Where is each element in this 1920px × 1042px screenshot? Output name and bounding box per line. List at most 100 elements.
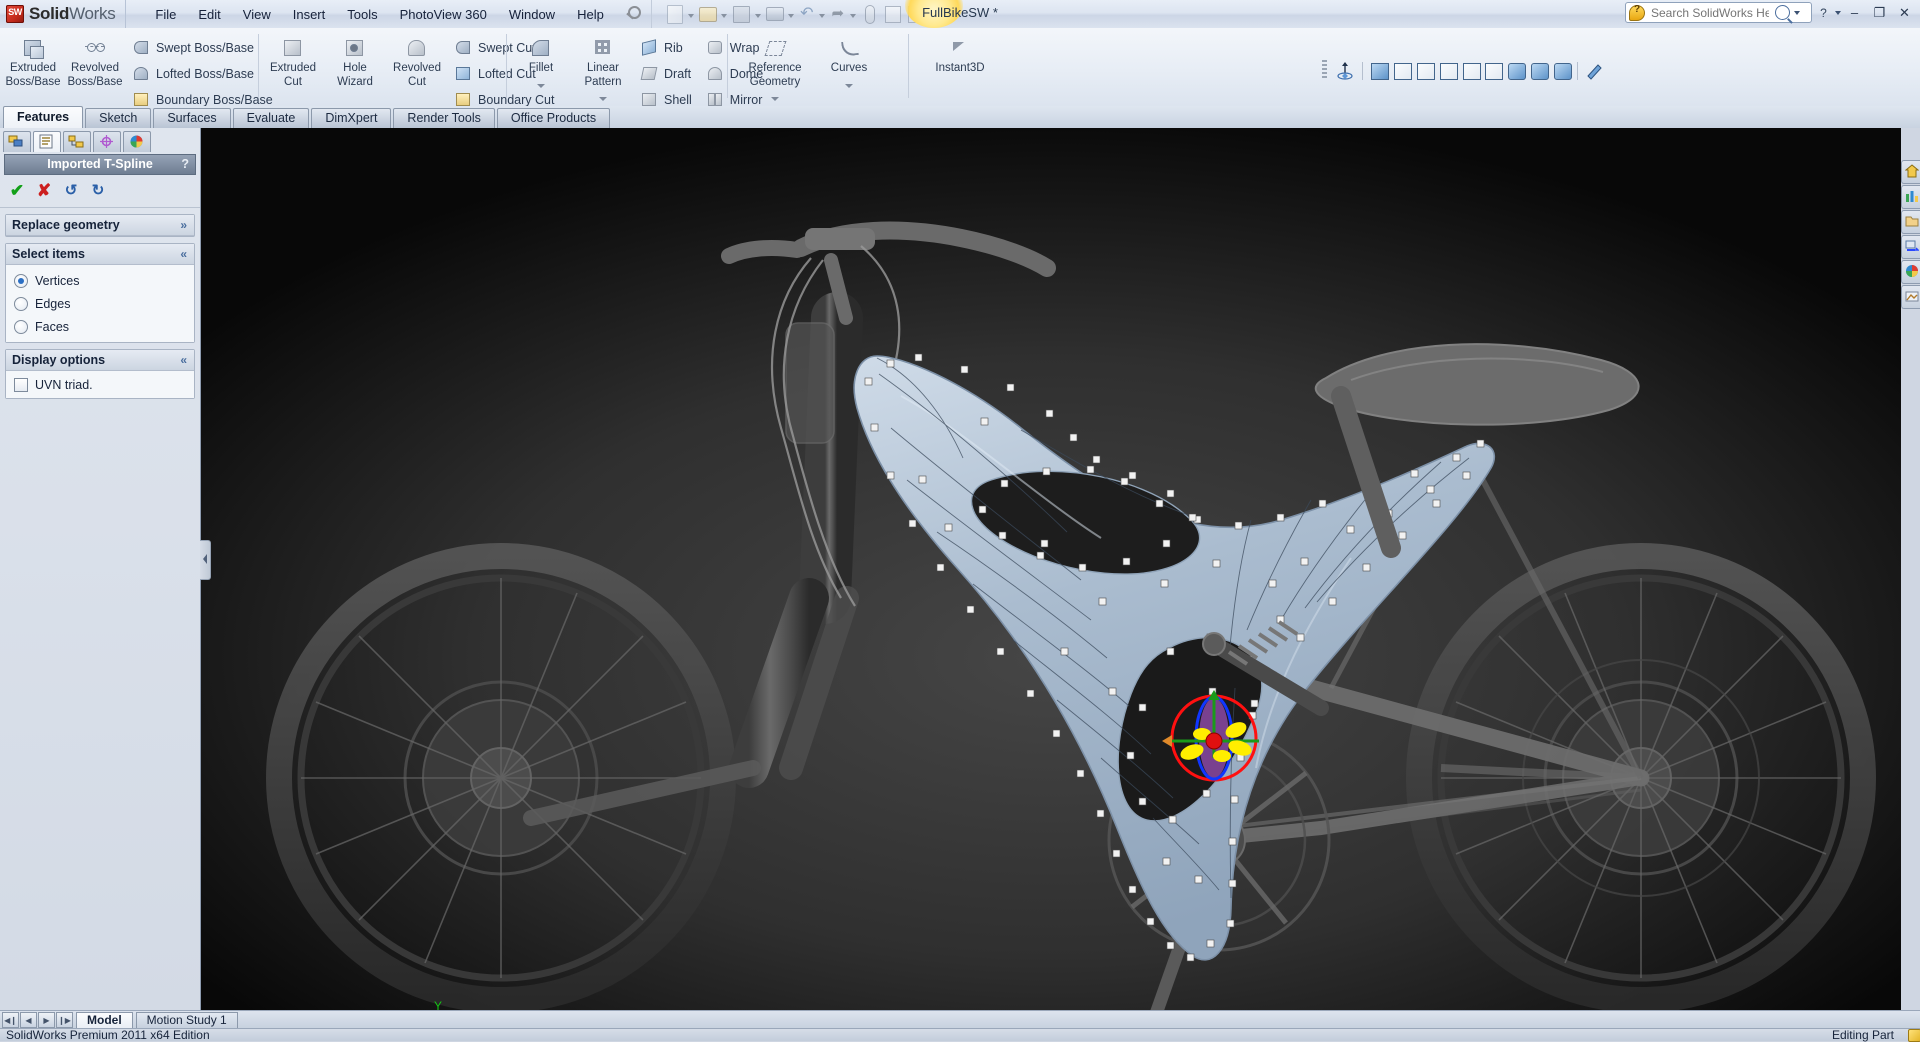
chevron-up-icon[interactable]: « [180, 244, 187, 264]
configuration-manager-tab[interactable] [63, 131, 91, 152]
open-folder-icon[interactable] [698, 6, 717, 22]
extruded-cut-button[interactable]: Extruded Cut [262, 31, 324, 88]
rebuild-icon[interactable] [864, 4, 875, 24]
options-gear-icon[interactable] [884, 5, 901, 23]
curves-dropdown-icon[interactable] [818, 76, 880, 91]
tab-sketch[interactable]: Sketch [85, 108, 152, 128]
select-dropdown-icon[interactable] [849, 4, 858, 25]
first-tab-button[interactable]: ◀❙ [2, 1012, 19, 1028]
rib-button[interactable]: Rib [638, 35, 698, 60]
radio-edges[interactable]: Edges [14, 294, 186, 313]
checkbox-uvn-triad-box[interactable] [14, 377, 28, 392]
undo-button[interactable]: ↺ [62, 182, 80, 200]
magnifier-icon[interactable] [1775, 5, 1790, 20]
menu-edit[interactable]: Edit [187, 3, 231, 26]
task-pane-file-explorer[interactable] [1901, 210, 1920, 234]
accept-button[interactable]: ✔ [8, 182, 26, 200]
view-cube-back-icon[interactable] [1391, 60, 1412, 82]
solidworks-logo[interactable]: SolidWorks [0, 0, 127, 28]
radio-edges-indicator[interactable] [14, 296, 28, 311]
tab-surfaces[interactable]: Surfaces [153, 108, 231, 128]
menu-insert[interactable]: Insert [282, 3, 337, 26]
property-manager-help-icon[interactable]: ? [181, 155, 189, 174]
new-doc-dropdown-icon[interactable] [687, 4, 696, 25]
cancel-button[interactable]: ✘ [35, 182, 53, 200]
reference-geometry-dropdown-icon[interactable] [732, 89, 818, 104]
print-dropdown-icon[interactable] [787, 4, 796, 25]
prev-tab-button[interactable]: ◀ [20, 1012, 37, 1028]
toolbar-grip[interactable] [1322, 60, 1327, 80]
menu-file[interactable]: File [144, 3, 187, 26]
menu-window[interactable]: Window [498, 3, 566, 26]
menu-help[interactable]: Help [566, 3, 615, 26]
extruded-boss-base-button[interactable]: Extruded Boss/Base [2, 31, 64, 88]
property-manager-tab[interactable] [33, 131, 61, 152]
select-items-header[interactable]: Select items « [6, 244, 194, 265]
help-button[interactable]: ? [1814, 3, 1833, 22]
radio-faces[interactable]: Faces [14, 317, 186, 336]
curves-button[interactable]: Curves [818, 31, 880, 75]
view-trimetric-icon[interactable] [1528, 60, 1550, 82]
tab-office-products[interactable]: Office Products [496, 108, 611, 128]
fillet-dropdown-icon[interactable] [510, 76, 572, 91]
linear-pattern-button[interactable]: Linear Pattern [572, 31, 634, 88]
save-disk-icon[interactable] [732, 5, 750, 23]
next-tab-button[interactable]: ▶ [38, 1012, 55, 1028]
tab-dimxpert[interactable]: DimXpert [311, 108, 392, 128]
task-pane-design-library[interactable] [1901, 185, 1920, 209]
revolved-boss-base-button[interactable]: Revolved Boss/Base [64, 31, 126, 88]
close-button[interactable]: ✕ [1893, 3, 1916, 22]
view-cube-left-icon[interactable] [1414, 60, 1435, 82]
minimize-button[interactable]: – [1843, 3, 1866, 22]
display-manager-tab[interactable] [123, 131, 151, 152]
instant3d-button[interactable]: Instant3D [918, 31, 1002, 75]
view-cube-top-icon[interactable] [1460, 60, 1481, 82]
restore-button[interactable]: ❐ [1868, 3, 1891, 22]
pane-resize-handle[interactable] [200, 540, 211, 580]
cursor-arrow-icon[interactable]: ➦ [829, 5, 847, 23]
display-options-header[interactable]: Display options « [6, 350, 194, 371]
view-dimetric-icon[interactable] [1551, 60, 1573, 82]
last-tab-button[interactable]: ❙▶ [56, 1012, 73, 1028]
bottom-tab-model[interactable]: Model [76, 1011, 133, 1029]
search-input[interactable] [1649, 4, 1771, 21]
printer-icon[interactable] [765, 7, 784, 21]
view-cube-bottom-icon[interactable] [1482, 60, 1504, 82]
graphics-viewport[interactable]: – ❐ ✕ ✔ ✘ [201, 128, 1901, 1010]
tab-render-tools[interactable]: Render Tools [393, 108, 495, 128]
undo-arrow-icon[interactable]: ↶ [798, 5, 816, 23]
checkbox-uvn-triad[interactable]: UVN triad. [14, 375, 186, 394]
task-pane-view-palette[interactable] [1901, 260, 1920, 284]
feature-manager-tab[interactable] [3, 131, 31, 152]
tab-features[interactable]: Features [3, 106, 84, 128]
radio-vertices[interactable]: Vertices [14, 271, 186, 290]
menu-view[interactable]: View [232, 3, 282, 26]
search-dropdown-icon[interactable] [1794, 10, 1800, 15]
view-isometric-icon[interactable] [1505, 60, 1527, 82]
menu-photoview360[interactable]: PhotoView 360 [389, 3, 498, 26]
axis-triad-icon[interactable] [1334, 60, 1357, 82]
task-pane-appearances[interactable] [1901, 285, 1920, 309]
linear-pattern-dropdown-icon[interactable] [572, 89, 634, 104]
menu-tools[interactable]: Tools [336, 3, 388, 26]
task-pane-solidworks-resources[interactable] [1901, 160, 1920, 184]
dimxpert-manager-tab[interactable] [93, 131, 121, 152]
radio-faces-indicator[interactable] [14, 319, 28, 334]
fillet-button[interactable]: Fillet [510, 31, 572, 75]
view-cube-front-icon[interactable] [1368, 60, 1389, 82]
redo-button[interactable]: ↻ [89, 182, 107, 200]
chevron-up-icon-2[interactable]: « [180, 350, 187, 370]
save-dropdown-icon[interactable] [754, 4, 763, 25]
reference-geometry-button[interactable]: Reference Geometry [732, 31, 818, 88]
replace-geometry-header[interactable]: Replace geometry » [6, 215, 194, 236]
bottom-tab-motion-study[interactable]: Motion Study 1 [135, 1011, 238, 1029]
view-cube-right-icon[interactable] [1437, 60, 1458, 82]
search-input-wrap[interactable] [1625, 2, 1812, 23]
task-pane-search[interactable] [1901, 235, 1920, 259]
tab-evaluate[interactable]: Evaluate [232, 108, 310, 128]
draft-button[interactable]: Draft [638, 61, 698, 86]
new-doc-icon[interactable] [666, 4, 683, 24]
swept-boss-base-button[interactable]: Swept Boss/Base [130, 35, 279, 60]
chevron-down-icon[interactable]: » [180, 215, 187, 235]
radio-vertices-indicator[interactable] [14, 273, 28, 288]
